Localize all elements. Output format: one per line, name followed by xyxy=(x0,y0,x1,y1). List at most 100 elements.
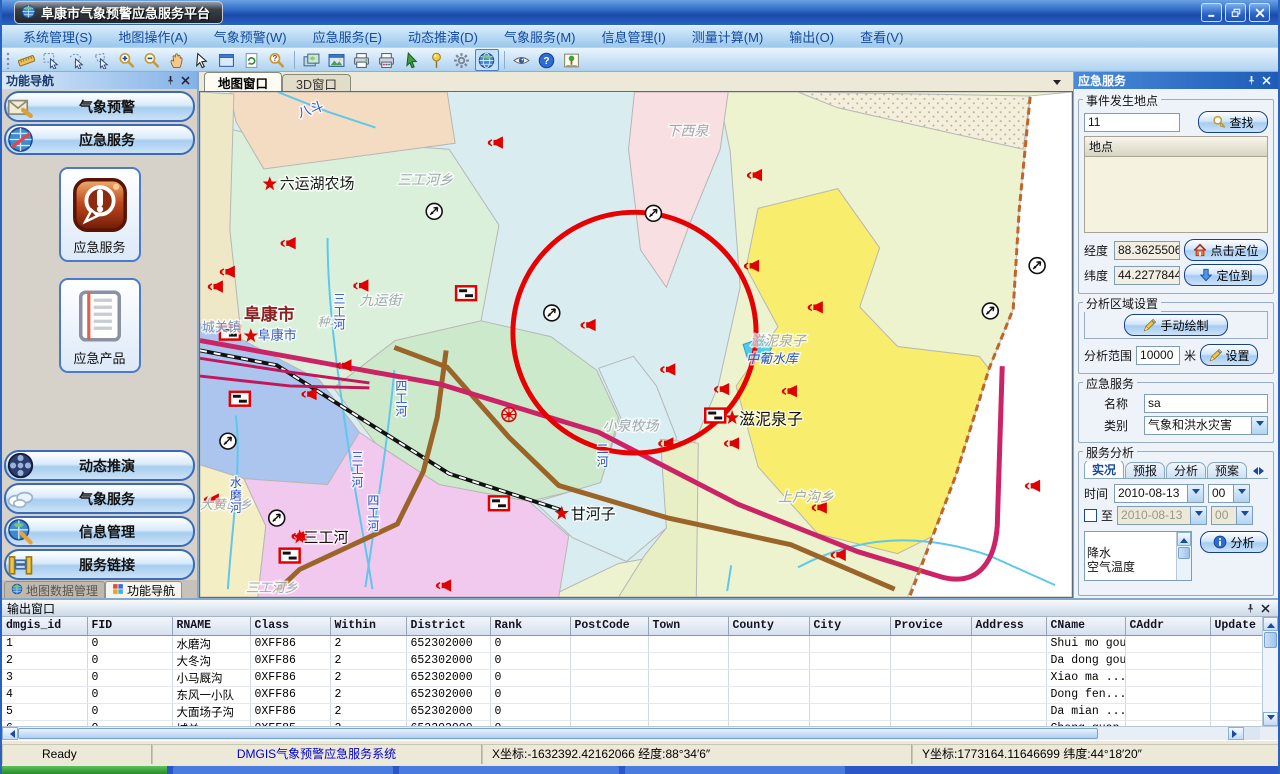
latitude-input[interactable]: 44.22778446 xyxy=(1114,266,1180,285)
locate-to-button[interactable]: 定位到 xyxy=(1184,264,1268,286)
element-list[interactable]: 降水空气温度 xyxy=(1084,531,1192,581)
column-header-Rank[interactable]: Rank xyxy=(490,617,570,635)
menu-item-6[interactable]: 气象服务(M) xyxy=(491,25,589,48)
pushpin-icon[interactable] xyxy=(163,74,178,88)
column-header-City[interactable]: City xyxy=(809,617,890,635)
tab-map-data-management[interactable]: 地图数据管理 xyxy=(4,581,105,598)
place-list[interactable] xyxy=(1084,157,1268,233)
column-header-Within[interactable]: Within xyxy=(330,617,406,635)
scroll-up-icon[interactable] xyxy=(1263,617,1278,631)
menu-item-3[interactable]: 气象预警(W) xyxy=(201,25,300,48)
table-row[interactable]: 10水磨沟0XFF8626523020000Shui mo gou xyxy=(2,635,1262,652)
pushpin-icon[interactable] xyxy=(1244,74,1259,88)
service-name-input[interactable]: sa xyxy=(1144,394,1268,413)
to-date-select[interactable]: 2010-08-13 xyxy=(1117,506,1207,525)
pushpin-icon[interactable] xyxy=(1243,601,1258,615)
tab-list-dropdown[interactable] xyxy=(1049,77,1065,91)
scroll-right-icon[interactable] xyxy=(1228,727,1244,740)
column-header-County[interactable]: County xyxy=(728,617,809,635)
help-icon[interactable]: ? xyxy=(535,49,559,71)
table-row[interactable]: 30小马厩沟0XFF8626523020000Xiao ma ... xyxy=(2,669,1262,686)
toolbar-grip[interactable] xyxy=(5,51,12,69)
menu-item-7[interactable]: 信息管理(I) xyxy=(589,25,679,48)
taskbar-item[interactable] xyxy=(625,766,845,774)
to-hour-select[interactable]: 00 xyxy=(1211,506,1253,525)
close-icon[interactable] xyxy=(1258,601,1273,615)
marquee-select-icon[interactable] xyxy=(40,49,64,71)
menu-item-8[interactable]: 测量计算(M) xyxy=(679,25,777,48)
close-icon[interactable] xyxy=(178,74,193,88)
place-pin-icon[interactable] xyxy=(425,49,449,71)
scroll-up-icon[interactable] xyxy=(1177,532,1191,546)
column-header-CAddr[interactable]: CAddr xyxy=(1125,617,1210,635)
hour-select[interactable]: 00 xyxy=(1208,484,1250,503)
zoom-out-icon[interactable] xyxy=(140,49,164,71)
globe-service-icon[interactable] xyxy=(475,49,499,71)
shortcut-emergency-service[interactable]: 应急服务 xyxy=(59,167,141,262)
set-range-button[interactable]: 设置 xyxy=(1200,344,1258,366)
pointer-icon[interactable] xyxy=(190,49,214,71)
station-marker[interactable] xyxy=(544,305,560,321)
settings-icon[interactable] xyxy=(450,49,474,71)
longitude-input[interactable]: 88.36255063 xyxy=(1114,241,1180,260)
menu-item-2[interactable]: 地图操作(A) xyxy=(105,25,200,48)
table-row[interactable]: 50大面场子沟0XFF8626523020000Da mian ... xyxy=(2,703,1262,720)
analysis-tab-实况[interactable]: 实况 xyxy=(1084,459,1124,478)
column-header-Update[interactable]: Update xyxy=(1210,617,1262,635)
nav-section-6[interactable]: 服务链接 xyxy=(4,549,195,580)
shelter-marker[interactable] xyxy=(230,392,250,406)
list-item[interactable]: 降水 xyxy=(1085,546,1176,560)
column-header-District[interactable]: District xyxy=(406,617,490,635)
list-item[interactable] xyxy=(1085,532,1176,546)
nav-section-2[interactable]: 应急服务 xyxy=(4,124,195,155)
nav-section-5[interactable]: 信息管理 xyxy=(4,516,195,547)
to-checkbox[interactable] xyxy=(1084,509,1097,522)
tab-map-window[interactable]: 地图窗口 xyxy=(204,72,282,91)
nav-section-3[interactable]: 动态推演 xyxy=(4,450,195,481)
menu-item-5[interactable]: 动态推演(D) xyxy=(395,25,491,48)
service-type-select[interactable]: 气象和洪水灾害 xyxy=(1144,416,1268,435)
scroll-left-icon[interactable] xyxy=(2,727,18,740)
restore-button[interactable] xyxy=(1225,3,1246,22)
column-header-CName[interactable]: CName xyxy=(1046,617,1125,635)
tab-scroll-left-icon[interactable] xyxy=(1249,464,1258,478)
shelter-marker[interactable] xyxy=(280,549,300,563)
menu-item-4[interactable]: 应急服务(E) xyxy=(300,25,395,48)
menu-item-10[interactable]: 查看(V) xyxy=(847,25,916,48)
print-icon[interactable] xyxy=(350,49,374,71)
analysis-tab-预案[interactable]: 预案 xyxy=(1207,462,1247,478)
tab-scroll-right-icon[interactable] xyxy=(1259,464,1268,478)
analysis-tab-预报[interactable]: 预报 xyxy=(1125,462,1165,478)
analyze-button[interactable]: 分析 xyxy=(1200,531,1268,553)
station-marker[interactable] xyxy=(220,433,236,449)
menu-item-1[interactable]: 系统管理(S) xyxy=(10,25,105,48)
visibility-icon[interactable] xyxy=(510,49,534,71)
wheel-marker[interactable] xyxy=(502,408,516,422)
close-icon[interactable] xyxy=(1259,74,1274,88)
full-extent-icon[interactable] xyxy=(215,49,239,71)
find-button[interactable]: 查找 xyxy=(1198,111,1268,133)
column-header-Town[interactable]: Town xyxy=(648,617,728,635)
lasso-select-icon[interactable] xyxy=(65,49,89,71)
range-input[interactable]: 10000 xyxy=(1136,346,1180,365)
taskbar-item[interactable] xyxy=(173,766,393,774)
column-header-FID[interactable]: FID xyxy=(87,617,172,635)
shelter-marker[interactable] xyxy=(489,496,509,510)
nav-section-4[interactable]: 气象服务 xyxy=(4,483,195,514)
refresh-icon[interactable] xyxy=(240,49,264,71)
tab-function-navigation[interactable]: 功能导航 xyxy=(105,581,182,598)
menu-item-9[interactable]: 输出(O) xyxy=(776,25,847,48)
station-marker[interactable] xyxy=(269,510,285,526)
column-header-dmgis_id[interactable]: dmgis_id xyxy=(2,617,87,635)
column-header-Class[interactable]: Class xyxy=(250,617,330,635)
shelter-marker[interactable] xyxy=(456,286,476,300)
layers-icon[interactable] xyxy=(300,49,324,71)
table-row[interactable]: 40东风一小队0XFF8626523020000Dong fen... xyxy=(2,686,1262,703)
taskbar-item[interactable] xyxy=(399,766,619,774)
analysis-tab-分析[interactable]: 分析 xyxy=(1166,462,1206,478)
column-header-RNAME[interactable]: RNAME xyxy=(172,617,250,635)
color-print-icon[interactable] xyxy=(375,49,399,71)
list-scrollbar[interactable] xyxy=(1176,532,1191,580)
scroll-down-icon[interactable] xyxy=(1263,712,1278,726)
date-select[interactable]: 2010-08-13 xyxy=(1114,484,1204,503)
